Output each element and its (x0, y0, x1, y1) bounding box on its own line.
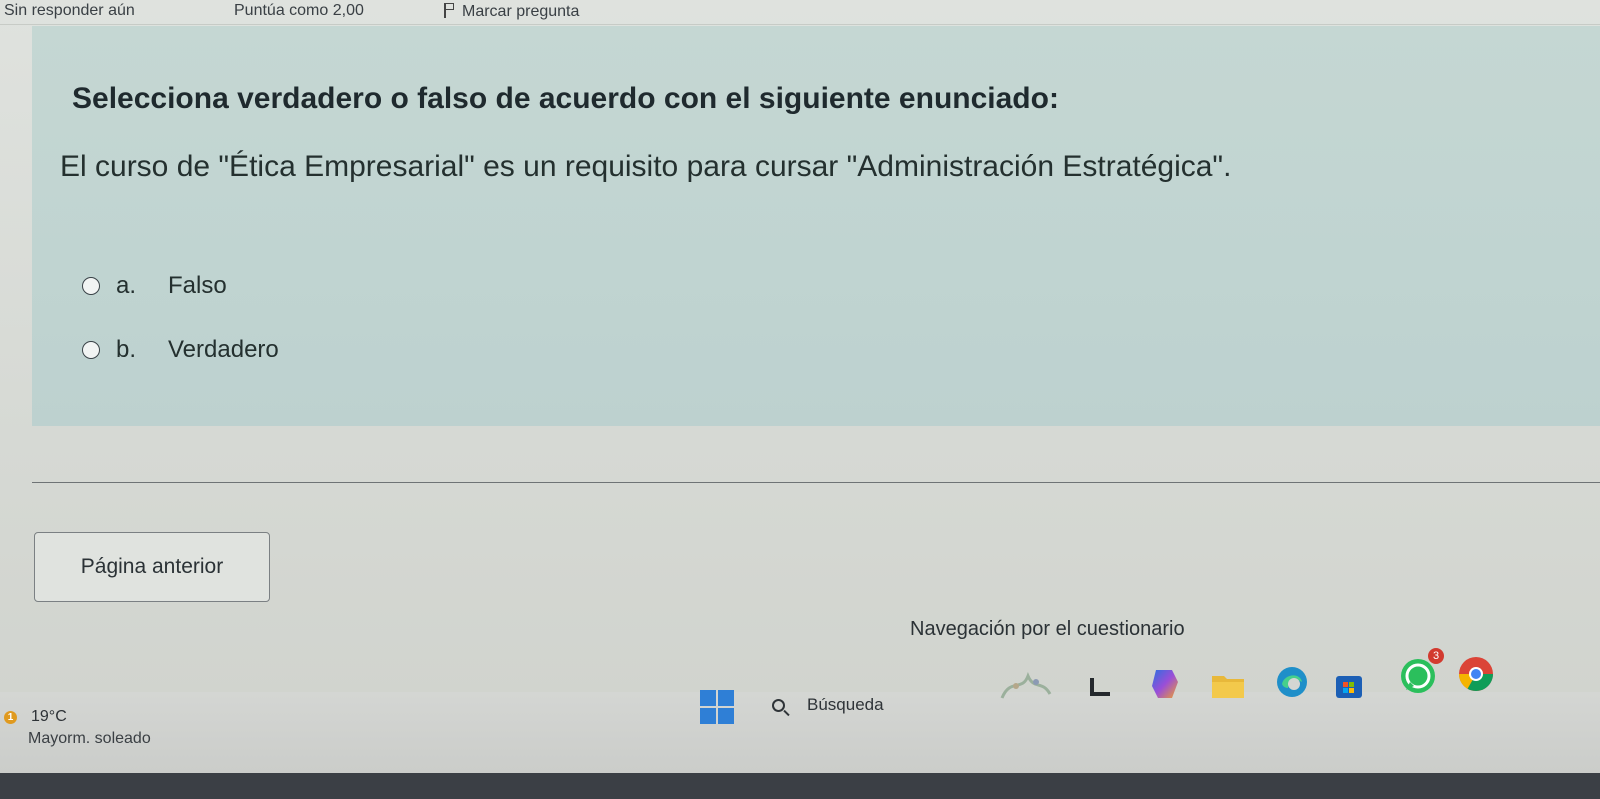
previous-page-button[interactable]: Página anterior (34, 532, 270, 602)
option-letter: b. (116, 336, 137, 363)
flag-icon (442, 2, 456, 18)
radio-falso[interactable] (82, 277, 100, 295)
question-score: Puntúa como 2,00 (234, 2, 364, 19)
widgets-icon[interactable] (996, 668, 1056, 708)
option-letter: a. (116, 272, 137, 299)
search-placeholder: Búsqueda (807, 695, 884, 714)
whatsapp-app[interactable]: 3 (1398, 648, 1444, 696)
divider (32, 482, 1600, 483)
weather-description: Mayorm. soleado (28, 730, 151, 747)
question-info-bar: Sin responder aún Puntúa como 2,00 Marca… (0, 0, 1600, 25)
question-status: Sin responder aún (4, 2, 135, 19)
store-icon[interactable] (1334, 670, 1364, 700)
taskbar-search[interactable]: Búsqueda (772, 688, 962, 722)
start-tile (700, 708, 716, 724)
option-verdadero[interactable]: b. Verdadero (82, 336, 279, 364)
search-icon (772, 698, 785, 712)
terminal-icon[interactable] (1090, 676, 1112, 698)
chrome-icon[interactable] (1456, 654, 1496, 694)
weather-temp: 19°C (31, 708, 67, 725)
copilot-icon[interactable] (1148, 666, 1184, 702)
start-icon[interactable] (700, 690, 734, 724)
start-tile (718, 708, 734, 724)
edge-icon[interactable] (1274, 664, 1310, 700)
flag-question-link[interactable]: Marcar pregunta (442, 2, 579, 21)
start-tile (718, 690, 734, 706)
weather-icon: 1 (4, 711, 17, 724)
taskbar: 1 19°C Mayorm. soleado Búsqueda 3 (0, 648, 1600, 799)
weather-widget[interactable]: 1 19°C (4, 708, 67, 726)
flag-question-label: Marcar pregunta (462, 3, 580, 20)
question-statement: El curso de "Ética Empresarial" es un re… (60, 150, 1232, 183)
notification-badge: 3 (1428, 648, 1444, 664)
start-tile (700, 690, 716, 706)
option-label: Falso (168, 272, 227, 299)
radio-verdadero[interactable] (82, 341, 100, 359)
file-explorer-icon[interactable] (1210, 670, 1246, 700)
quiz-navigation-title: Navegación por el cuestionario (910, 618, 1185, 640)
question-panel: Selecciona verdadero o falso de acuerdo … (32, 26, 1600, 426)
screen-bezel (0, 773, 1600, 799)
option-falso[interactable]: a. Falso (82, 272, 227, 300)
question-prompt: Selecciona verdadero o falso de acuerdo … (72, 82, 1059, 115)
option-label: Verdadero (168, 336, 279, 363)
